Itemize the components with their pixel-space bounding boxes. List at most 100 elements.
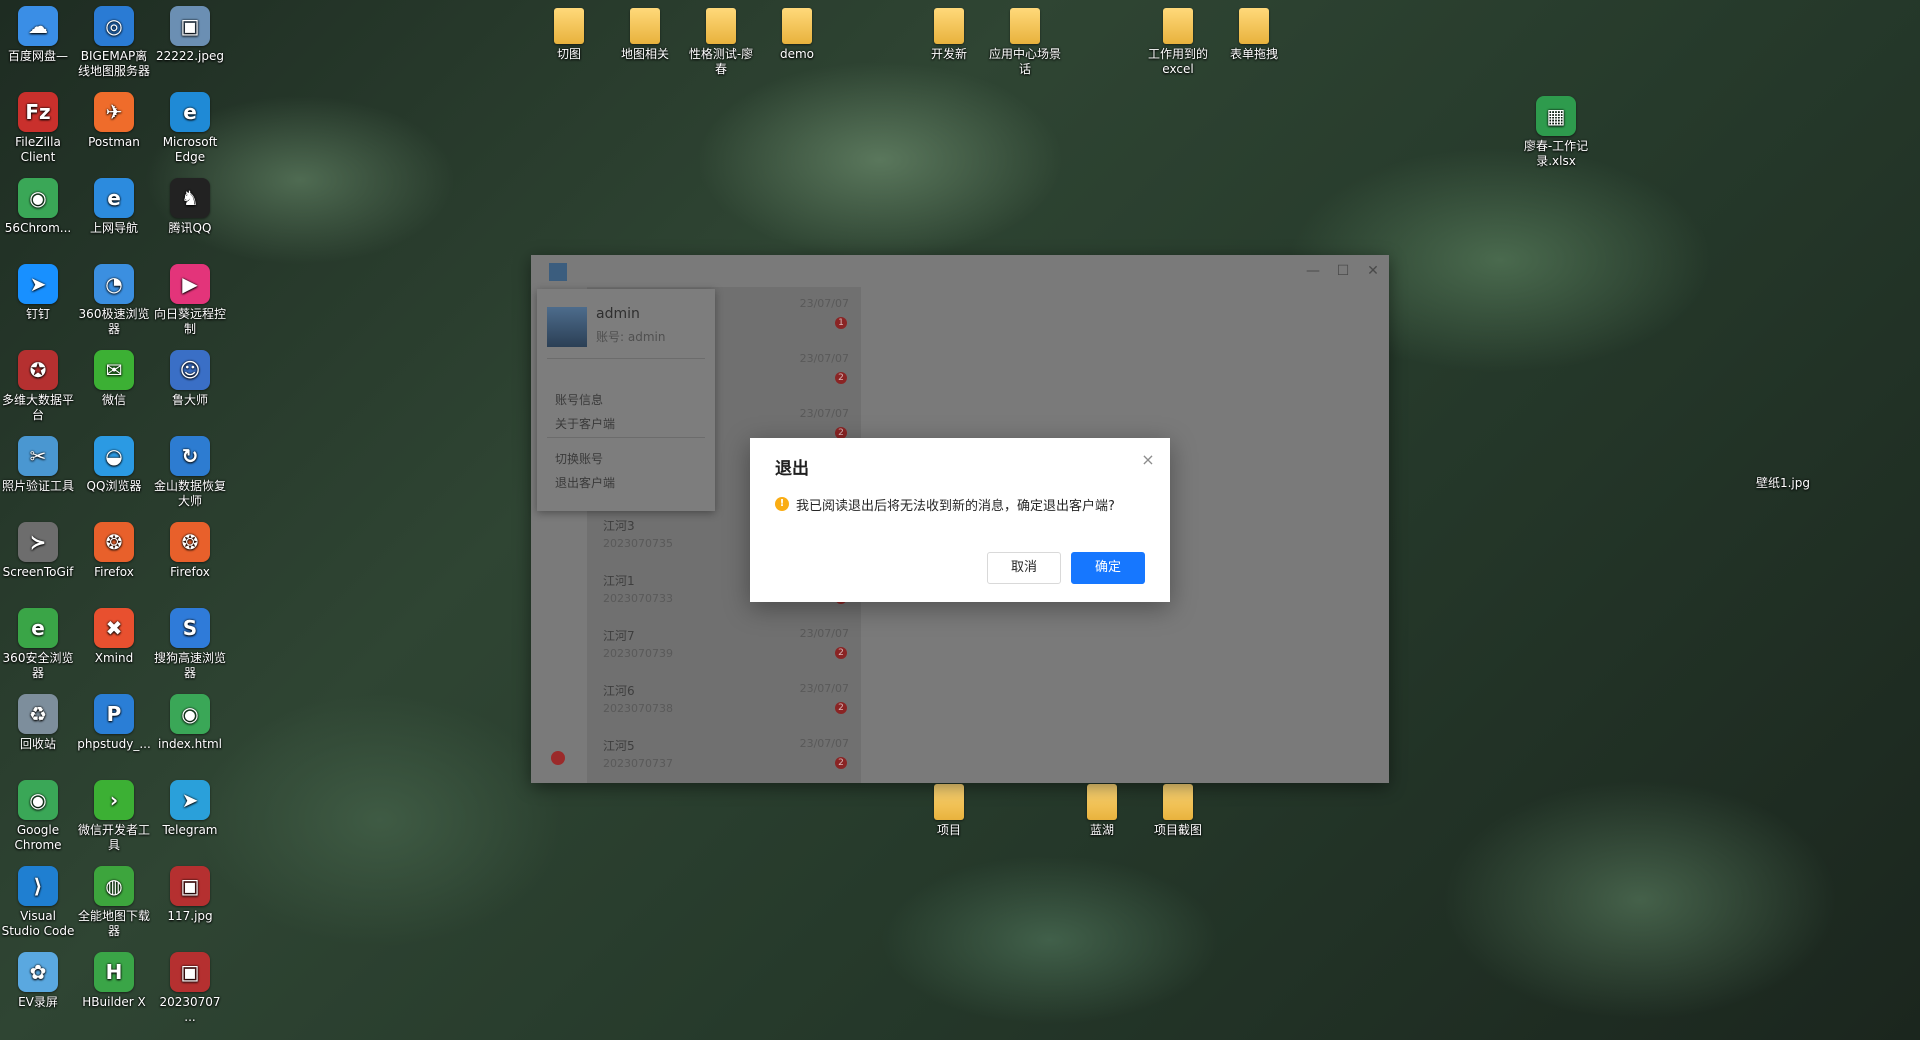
- desktop-icon[interactable]: e 上网导航: [76, 178, 152, 236]
- desktop-icon[interactable]: 性格测试-廖春: [683, 8, 759, 77]
- cancel-button[interactable]: 取消: [987, 552, 1061, 584]
- desktop-icon[interactable]: 项目: [911, 784, 987, 838]
- desktop-icon[interactable]: 蓝湖: [1064, 784, 1140, 838]
- desktop-icon[interactable]: ✖ Xmind: [76, 608, 152, 666]
- folder-icon: [934, 8, 964, 44]
- user-account: 账号: admin: [596, 330, 666, 344]
- desktop-icon[interactable]: ☁ 百度网盘—: [0, 6, 76, 64]
- desktop-icon-label: 微信开发者工具: [77, 823, 150, 852]
- desktop-icon-label: phpstudy_...: [77, 737, 151, 751]
- app-icon: ➤: [18, 264, 58, 304]
- desktop-icon[interactable]: 开发新: [911, 8, 987, 62]
- desktop-icon[interactable]: ≻ ScreenToGif: [0, 522, 76, 580]
- app-icon: P: [94, 694, 134, 734]
- desktop-icon[interactable]: ✈ Postman: [76, 92, 152, 150]
- desktop-icon[interactable]: ➤ 钉钉: [0, 264, 76, 322]
- avatar[interactable]: [551, 751, 565, 765]
- close-icon[interactable]: ✕: [1363, 261, 1383, 281]
- desktop-icon[interactable]: ▣ 117.jpg: [152, 866, 228, 924]
- list-item[interactable]: 江河5 2023070737 23/07/07 2: [587, 727, 861, 782]
- desktop-icon[interactable]: ▶ 向日葵远程控制: [152, 264, 228, 337]
- desktop-icon-label: Google Chrome: [14, 823, 62, 852]
- maximize-icon[interactable]: ☐: [1333, 261, 1353, 281]
- desktop-icon[interactable]: ▣ 22222.jpeg: [152, 6, 228, 64]
- desktop-icon[interactable]: e 360安全浏览器: [0, 608, 76, 681]
- desktop-icon[interactable]: › 微信开发者工具: [76, 780, 152, 853]
- desktop-icon[interactable]: ✪ 多维大数据平台: [0, 350, 76, 423]
- desktop-icon[interactable]: S 搜狗高速浏览器: [152, 608, 228, 681]
- desktop-icon[interactable]: 壁纸1.jpg: [1745, 476, 1821, 491]
- desktop-icon[interactable]: ❂ Firefox: [152, 522, 228, 580]
- desktop-icon[interactable]: Pphpstudy_...: [76, 694, 152, 752]
- app-icon: ◉: [18, 178, 58, 218]
- app-icon: ↻: [170, 436, 210, 476]
- desktop-icon-label: 多维大数据平台: [1, 393, 74, 422]
- folder-icon: [934, 784, 964, 820]
- desktop-icon[interactable]: 地图相关: [607, 8, 683, 62]
- conversation-date: 23/07/07: [799, 407, 849, 420]
- desktop-icon[interactable]: ✉ 微信: [76, 350, 152, 408]
- desktop-icon-label: 360安全浏览器: [2, 651, 74, 680]
- menu-item-exit-client[interactable]: 退出客户端: [555, 474, 615, 491]
- folder-icon: [630, 8, 660, 44]
- desktop-icon[interactable]: ◉ 56Chrom...: [0, 178, 76, 236]
- desktop-icon-label: demo: [779, 47, 815, 61]
- menu-item-switch-account[interactable]: 切换账号: [555, 450, 603, 467]
- folder-icon: [1087, 784, 1117, 820]
- desktop-icon[interactable]: ☺ 鲁大师: [152, 350, 228, 408]
- desktop-icon[interactable]: 工作用到的excel: [1140, 8, 1216, 77]
- unread-badge: 2: [835, 702, 847, 714]
- desktop-icon[interactable]: ◎ BIGEMAP离线地图服务器: [76, 6, 152, 79]
- conversation-id: 2023070737: [603, 757, 673, 770]
- folder-icon: [706, 8, 736, 44]
- desktop-icon[interactable]: ▦ 廖春-工作记录.xlsx: [1518, 96, 1594, 169]
- minimize-icon[interactable]: —: [1303, 261, 1323, 281]
- list-item[interactable]: 江河7 2023070739 23/07/07 2: [587, 617, 861, 672]
- conversation-date: 23/07/07: [799, 297, 849, 310]
- desktop-icon[interactable]: ◒ QQ浏览器: [76, 436, 152, 494]
- menu-item-account-info[interactable]: 账号信息: [555, 391, 603, 408]
- desktop-icon[interactable]: ◍ 全能地图下载器: [76, 866, 152, 939]
- desktop-icon[interactable]: ▣ 20230707 ...: [152, 952, 228, 1025]
- desktop-icon[interactable]: ♻ 回收站: [0, 694, 76, 752]
- conversation-name: 江河3: [603, 519, 635, 533]
- desktop-icon[interactable]: ⟩ Visual Studio Code: [0, 866, 76, 939]
- desktop-icon[interactable]: ✂ 照片验证工具: [0, 436, 76, 494]
- desktop-icon[interactable]: ◉ Google Chrome: [0, 780, 76, 853]
- desktop-icon[interactable]: ❂ Firefox: [76, 522, 152, 580]
- desktop-icon[interactable]: ➤ Telegram: [152, 780, 228, 838]
- desktop-icon[interactable]: e Microsoft Edge: [152, 92, 228, 165]
- desktop-icon-label: 腾讯QQ: [168, 221, 212, 235]
- folder-icon: [782, 8, 812, 44]
- desktop-icon[interactable]: 项目截图: [1140, 784, 1216, 838]
- desktop-icon-label: 22222.jpeg: [156, 49, 224, 63]
- desktop-icon-label: Microsoft Edge: [162, 135, 218, 164]
- desktop-icon[interactable]: ✿ EV录屏: [0, 952, 76, 1010]
- conversation-name: 江河6: [603, 684, 635, 698]
- app-icon: e: [94, 178, 134, 218]
- desktop-icon[interactable]: ↻ 金山数据恢复大师: [152, 436, 228, 509]
- desktop-icon[interactable]: demo: [759, 8, 835, 62]
- desktop-icon-label: 鲁大师: [171, 393, 208, 407]
- desktop-icon[interactable]: 切图: [531, 8, 607, 62]
- desktop-icon-label: Firefox: [94, 565, 134, 579]
- desktop-icon[interactable]: 表单拖拽: [1216, 8, 1292, 62]
- app-titlebar: — ☐ ✕: [531, 255, 1389, 287]
- desktop-icon[interactable]: Fz FileZilla Client: [0, 92, 76, 165]
- close-icon[interactable]: ×: [1140, 452, 1156, 468]
- conversation-date: 23/07/07: [799, 682, 849, 695]
- confirm-button[interactable]: 确定: [1071, 552, 1145, 584]
- menu-item-about[interactable]: 关于客户端: [555, 415, 615, 432]
- desktop-icon[interactable]: ♞ 腾讯QQ: [152, 178, 228, 236]
- conversation-id: 2023070739: [603, 647, 673, 660]
- app-icon: ◉: [170, 694, 210, 734]
- desktop-icon-label: 向日葵远程控制: [153, 307, 226, 336]
- desktop-icon[interactable]: ◉ index.html: [152, 694, 228, 752]
- app-icon: ◒: [94, 436, 134, 476]
- desktop-icon[interactable]: H HBuilder X: [76, 952, 152, 1010]
- list-item[interactable]: 江河6 2023070738 23/07/07 2: [587, 672, 861, 727]
- app-icon: ⟩: [18, 866, 58, 906]
- desktop-icon[interactable]: 应用中心场景话: [987, 8, 1063, 77]
- desktop-icon[interactable]: ◔ 360极速浏览器: [76, 264, 152, 337]
- conversation-date: 23/07/07: [799, 627, 849, 640]
